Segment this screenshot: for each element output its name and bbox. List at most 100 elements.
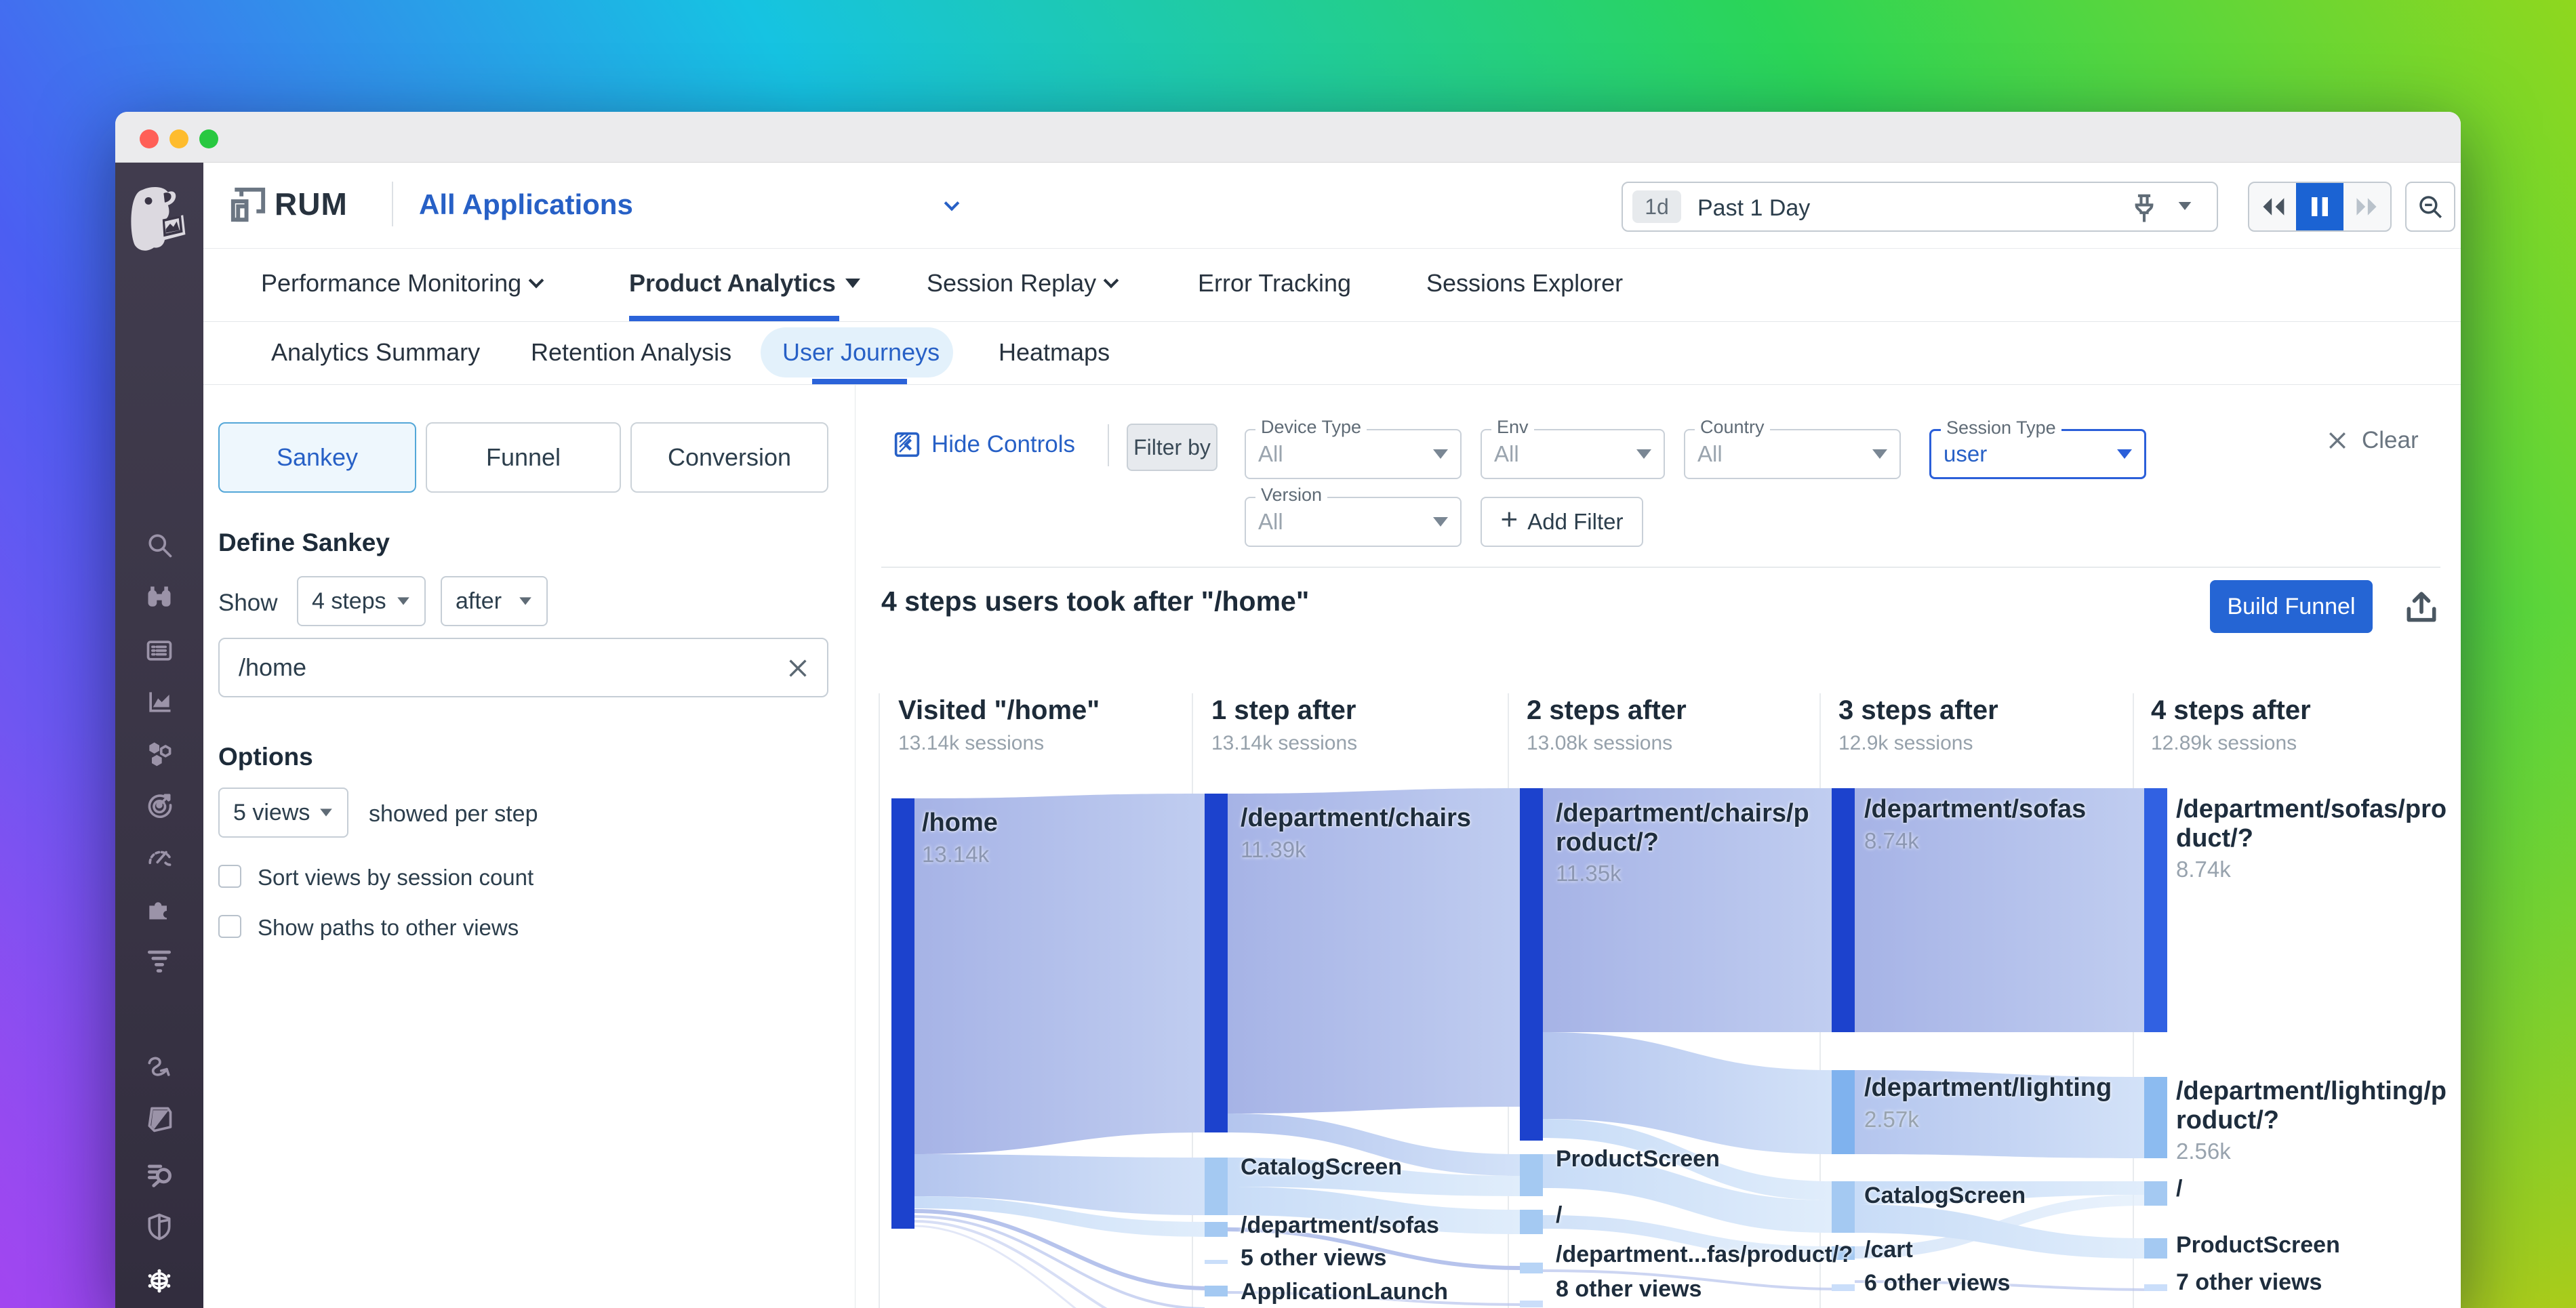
sankey-diagram[interactable] — [881, 693, 2461, 1308]
country-filter[interactable]: Country All — [1684, 429, 1901, 479]
sankey-node-bar-other4[interactable] — [1832, 1284, 1855, 1291]
tab-session-replay[interactable]: Session Replay — [927, 269, 1116, 298]
notebooks-icon[interactable] — [144, 1104, 175, 1135]
security-shield-icon[interactable] — [144, 1211, 175, 1242]
close-window-button[interactable] — [140, 129, 159, 148]
sankey-node-bar-applaunch[interactable] — [1205, 1286, 1228, 1296]
filter-by-button[interactable]: Filter by — [1127, 424, 1217, 471]
sankey-node-productscreen5[interactable]: ProductScreen — [2176, 1232, 2340, 1258]
application-selector[interactable]: All Applications — [419, 188, 633, 221]
device-type-filter[interactable]: Device Type All — [1245, 429, 1462, 479]
build-funnel-label: Build Funnel — [2227, 594, 2355, 620]
mode-button-funnel[interactable]: Funnel — [426, 422, 621, 493]
hide-controls-button[interactable]: Hide Controls — [893, 431, 1075, 458]
export-button[interactable] — [2400, 586, 2443, 629]
session-type-filter-active[interactable]: Session Type user — [1929, 429, 2146, 479]
apm-gauge-icon[interactable] — [144, 841, 175, 872]
dashboards-icon[interactable] — [144, 635, 175, 666]
subtab-retention-analysis[interactable]: Retention Analysis — [531, 338, 731, 367]
sankey-node-bar-lighting4[interactable] — [1832, 1070, 1855, 1154]
rewind-button[interactable] — [2249, 183, 2296, 230]
minimize-window-button[interactable] — [169, 129, 188, 148]
version-filter[interactable]: Version All — [1245, 497, 1462, 547]
datadog-logo[interactable] — [125, 183, 193, 264]
tab-product-analytics-active[interactable]: Product Analytics — [629, 269, 860, 298]
sankey-node-bar-sofasproduct5[interactable] — [2144, 788, 2167, 1032]
infrastructure-hexagons-icon[interactable] — [144, 738, 175, 769]
sankey-node-bar-product3[interactable] — [1520, 1154, 1543, 1196]
clear-input-x-icon[interactable] — [785, 655, 811, 681]
tab-sessions-explorer[interactable]: Sessions Explorer — [1426, 269, 1623, 298]
sankey-node-bar-chairsproduct[interactable] — [1520, 788, 1543, 1141]
sankey-node-chairsproduct[interactable]: /department/chairs/product/? 11.35k — [1556, 799, 1813, 886]
watchdog-binoculars-icon[interactable] — [144, 582, 175, 613]
sankey-node-cart4[interactable]: /cart — [1864, 1237, 1913, 1263]
tab-performance-monitoring[interactable]: Performance Monitoring — [261, 269, 542, 298]
sankey-node-other2[interactable]: 5 other views — [1241, 1245, 1386, 1271]
subtab-user-journeys-active[interactable]: User Journeys — [782, 338, 940, 367]
env-filter[interactable]: Env All — [1481, 429, 1665, 479]
sankey-node-productscreen3[interactable]: ProductScreen — [1556, 1146, 1720, 1172]
metrics-chart-icon[interactable] — [144, 687, 175, 718]
sankey-node-bar-catalog2[interactable] — [1205, 1158, 1228, 1215]
monitors-target-icon[interactable] — [144, 790, 175, 821]
sankey-node-lighting4[interactable]: /department/lighting 2.57k — [1864, 1074, 2112, 1132]
time-range-dropdown-caret[interactable] — [2177, 201, 2192, 214]
mode-button-sankey-active[interactable]: Sankey — [218, 422, 416, 493]
sort-views-checkbox[interactable] — [218, 865, 241, 888]
sankey-node-home[interactable]: /home 13.14k — [922, 809, 998, 867]
view-query-input[interactable]: /home — [218, 638, 828, 697]
sankey-node-bar-other3[interactable] — [1520, 1301, 1543, 1307]
sankey-node-sofas4[interactable]: /department/sofas 8.74k — [1864, 795, 2086, 854]
sankey-node-chairs[interactable]: /department/chairs 11.39k — [1241, 804, 1493, 863]
pause-button-active[interactable] — [2296, 183, 2343, 230]
show-paths-checkbox[interactable] — [218, 915, 241, 938]
sankey-node-root5[interactable]: / — [2176, 1176, 2182, 1202]
sankey-node-bar-sofas2[interactable] — [1205, 1222, 1228, 1237]
sankey-node-bar-home[interactable] — [891, 798, 914, 1229]
subtab-analytics-summary[interactable]: Analytics Summary — [271, 338, 480, 367]
rum-globe-icon-active[interactable] — [144, 1265, 175, 1296]
sankey-node-bar-lightingproduct5[interactable] — [2144, 1077, 2167, 1158]
fast-forward-button-disabled[interactable] — [2343, 183, 2390, 230]
mode-button-conversion[interactable]: Conversion — [630, 422, 828, 493]
subtab-heatmaps[interactable]: Heatmaps — [999, 338, 1110, 367]
zoom-out-button[interactable] — [2405, 182, 2455, 232]
tab-error-tracking[interactable]: Error Tracking — [1198, 269, 1351, 298]
build-funnel-button[interactable]: Build Funnel — [2210, 580, 2373, 633]
sankey-node-sofas2[interactable]: /department/sofas — [1241, 1212, 1439, 1238]
sankey-node-bar-other5[interactable] — [2144, 1284, 2167, 1291]
search-icon[interactable] — [144, 529, 175, 560]
pin-icon[interactable] — [2129, 191, 2160, 228]
sankey-node-applicationlaunch[interactable]: ApplicationLaunch — [1241, 1279, 1448, 1305]
sankey-node-bar-product5[interactable] — [2144, 1238, 2167, 1259]
sankey-node-bar-root3[interactable] — [1520, 1210, 1543, 1234]
synthetics-path-icon[interactable] — [144, 1051, 175, 1082]
clear-filters-button[interactable]: Clear — [2325, 427, 2419, 454]
steps-select[interactable]: 4 steps — [297, 576, 426, 626]
sankey-node-bar-root5[interactable] — [2144, 1181, 2167, 1206]
add-filter-button[interactable]: + Add Filter — [1481, 497, 1643, 547]
sankey-node-other3[interactable]: 8 other views — [1556, 1276, 1702, 1302]
sankey-node-catalogscreen4[interactable]: CatalogScreen — [1864, 1183, 2026, 1208]
log-explorer-icon[interactable] — [144, 1158, 175, 1189]
sankey-node-bar-other2[interactable] — [1205, 1260, 1228, 1264]
sankey-node-bar-catalog4[interactable] — [1832, 1181, 1855, 1233]
sankey-node-bar-sofas4[interactable] — [1832, 788, 1855, 1032]
sankey-node-bar-chairs[interactable] — [1205, 794, 1228, 1132]
sankey-node-bar-trunc3[interactable] — [1520, 1263, 1543, 1273]
sankey-node-root3[interactable]: / — [1556, 1202, 1562, 1228]
sankey-node-other5[interactable]: 7 other views — [2176, 1269, 2322, 1295]
time-range-picker[interactable]: 1d Past 1 Day — [1622, 182, 2218, 232]
application-selector-chevron-icon[interactable] — [946, 198, 957, 212]
sankey-node-catalogscreen2[interactable]: CatalogScreen — [1241, 1154, 1402, 1180]
sankey-node-truncated3[interactable]: /department...fas/product/? — [1556, 1242, 1853, 1267]
direction-select[interactable]: after — [441, 576, 548, 626]
maximize-window-button[interactable] — [199, 129, 218, 148]
views-per-step-select[interactable]: 5 views — [218, 788, 348, 838]
integrations-puzzle-icon[interactable] — [144, 893, 175, 924]
sankey-node-other4[interactable]: 6 other views — [1864, 1270, 2010, 1296]
logs-pipelines-icon[interactable] — [144, 944, 175, 975]
sankey-node-sofasproduct5[interactable]: /department/sofas/product/? 8.74k — [2176, 795, 2447, 882]
sankey-node-lightingproduct5[interactable]: /department/lighting/product/? 2.56k — [2176, 1077, 2454, 1164]
